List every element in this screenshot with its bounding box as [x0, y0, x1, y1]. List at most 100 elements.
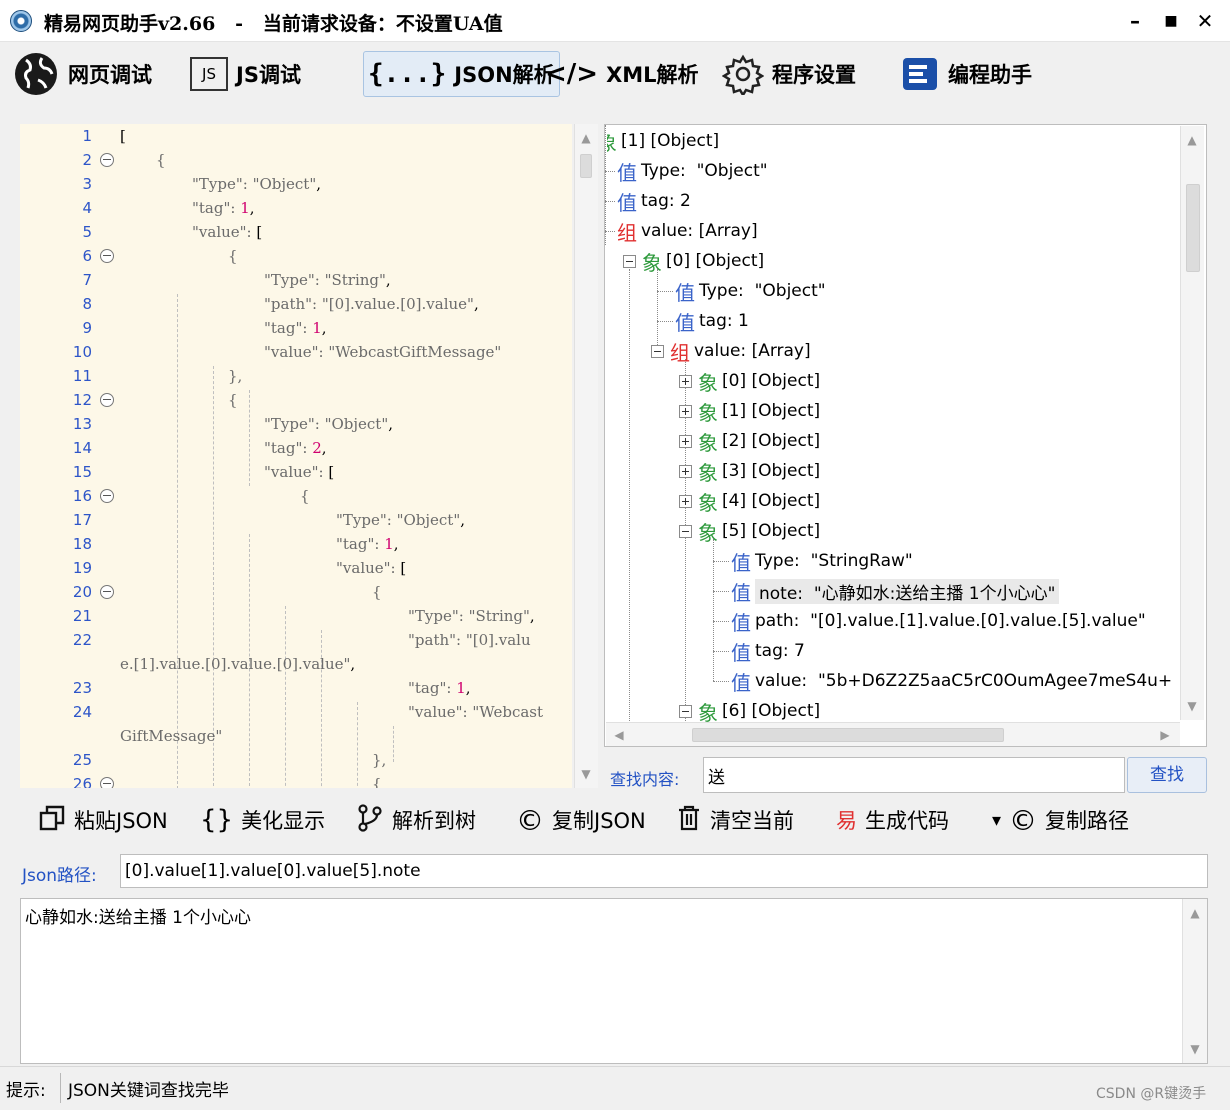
json-code-editor[interactable]: 1[ 2{ 3 "Type": "Object", 4 "tag": 1, 5 "va…	[20, 124, 572, 788]
code-number: 1	[456, 679, 466, 697]
tree-node[interactable]: 象 [0] [Object]	[623, 247, 764, 275]
tab-settings[interactable]: 程序设置	[718, 51, 860, 97]
code-line: GiftMessage"	[20, 724, 572, 748]
tree-vertical-scrollbar[interactable]: ▲ ▼	[1180, 126, 1204, 720]
copy-json-button[interactable]: © 复制JSON	[516, 803, 646, 837]
expand-toggle-icon[interactable]	[679, 494, 692, 508]
tree-node[interactable]: 值 tag: 7	[731, 637, 805, 665]
tab-js-debug[interactable]: JS JS调试	[186, 51, 305, 97]
status-message: JSON关键词查找完毕	[68, 1081, 229, 1101]
expand-toggle-icon[interactable]	[679, 434, 692, 448]
scroll-up-icon[interactable]: ▲	[1181, 130, 1203, 150]
result-output[interactable]: 心静如水:送给主播 1个小心心	[20, 898, 1208, 1064]
tree-node[interactable]: 象 [2] [Object]	[679, 427, 820, 455]
fold-toggle-icon[interactable]	[100, 249, 114, 263]
code-line: 8 "path": "[0].value.[0].value",	[20, 292, 572, 316]
copy-path-button[interactable]: ▾ © 复制路径	[992, 803, 1129, 837]
line-number: 19	[72, 559, 92, 577]
editor-scrollbar[interactable]: ▲ ▼	[574, 124, 598, 788]
code-line: 23 "tag": 1,	[20, 676, 572, 700]
collapse-toggle-icon[interactable]	[679, 704, 692, 718]
code-number: 2	[312, 439, 322, 457]
code-line: 24 "value": "Webcast	[20, 700, 572, 724]
minimize-button[interactable]: –	[1122, 8, 1148, 34]
tree-node-label: Type: "Object"	[641, 161, 768, 181]
code-text: [	[120, 127, 126, 145]
fold-toggle-icon[interactable]	[100, 393, 114, 407]
beautify-label: 美化显示	[241, 809, 326, 833]
beautify-button[interactable]: {} 美化显示	[200, 803, 325, 837]
maximize-button[interactable]: ■	[1158, 8, 1184, 34]
search-input[interactable]	[703, 757, 1125, 793]
json-path-input[interactable]	[120, 854, 1208, 888]
parse-to-tree-button[interactable]: 解析到树	[356, 803, 476, 837]
value-badge-icon: 值	[731, 670, 751, 695]
tree-horizontal-scrollbar[interactable]: ◀ ▶	[606, 722, 1180, 746]
fold-toggle-icon[interactable]	[100, 777, 114, 788]
tree-connector	[657, 291, 673, 292]
tree-node-label: tag: 1	[699, 311, 749, 331]
tree-node[interactable]: 象 [5] [Object]	[679, 517, 820, 545]
scroll-left-icon[interactable]: ◀	[608, 725, 630, 745]
tree-node[interactable]: 象 [6] [Object]	[679, 697, 820, 725]
output-scrollbar[interactable]: ▲ ▼	[1182, 899, 1207, 1063]
tree-node-label: [6] [Object]	[722, 701, 821, 721]
collapse-toggle-icon[interactable]	[651, 344, 664, 358]
tree-node[interactable]: 值 path: "[0].value.[1].value.[0].value.[5…	[731, 607, 1146, 635]
object-badge-icon: 象	[642, 250, 662, 275]
tab-js-debug-label: JS调试	[236, 63, 301, 87]
scroll-down-icon[interactable]: ▼	[575, 764, 597, 784]
tree-node[interactable]: 象[1] [Object]	[679, 397, 820, 425]
tree-node[interactable]: 象 [0] [Object]	[679, 367, 820, 395]
clear-current-button[interactable]: 清空当前	[676, 803, 794, 837]
tree-node[interactable]: 值 Type: "Object"	[675, 277, 826, 305]
search-button[interactable]: 查找	[1127, 757, 1207, 793]
tree-node-selected[interactable]: 值 note: "心静如水:送给主播 1个小心心"	[731, 577, 1060, 605]
tab-programming-assistant[interactable]: 编程助手	[896, 51, 1036, 97]
js-icon: JS	[190, 57, 228, 91]
tree-node[interactable]: 组 value: [Array]	[617, 217, 758, 245]
scroll-up-icon[interactable]: ▲	[1184, 903, 1206, 923]
tree-node[interactable]: 值 tag: 1	[675, 307, 749, 335]
tree-node[interactable]: 象 [4] [Object]	[679, 487, 820, 515]
fold-toggle-icon[interactable]	[100, 153, 114, 167]
code-text: "value": "WebcastGiftMessage"	[264, 343, 502, 361]
expand-toggle-icon[interactable]	[679, 404, 692, 418]
fold-toggle-icon[interactable]	[100, 585, 114, 599]
tree-node[interactable]: 象 [3] [Object]	[679, 457, 820, 485]
tree-node-label: Type: "StringRaw"	[755, 551, 913, 571]
expand-toggle-icon[interactable]	[679, 374, 692, 388]
collapse-toggle-icon[interactable]	[623, 254, 636, 268]
scroll-right-icon[interactable]: ▶	[1154, 725, 1176, 745]
scroll-thumb[interactable]	[1186, 184, 1200, 272]
expand-toggle-icon[interactable]	[679, 464, 692, 478]
line-number: 21	[72, 607, 92, 625]
code-text: "path": "[0].valu	[408, 631, 531, 649]
tab-web-debug[interactable]: 网页调试	[8, 51, 156, 97]
scroll-up-icon[interactable]: ▲	[575, 128, 597, 148]
close-button[interactable]: ✕	[1192, 8, 1218, 34]
assistant-icon	[900, 54, 940, 94]
scroll-thumb[interactable]	[580, 154, 592, 178]
code-tag-icon: </>	[545, 59, 599, 89]
paste-json-button[interactable]: 粘贴JSON	[38, 803, 168, 837]
fold-toggle-icon[interactable]	[100, 489, 114, 503]
dropdown-arrow-icon[interactable]: ▾	[992, 810, 1001, 831]
tree-node[interactable]: 组 value: [Array]	[651, 337, 811, 365]
scroll-down-icon[interactable]: ▼	[1181, 696, 1203, 716]
code-text: [	[400, 559, 407, 577]
tab-json-parse[interactable]: {...} JSON解析	[363, 51, 560, 97]
value-badge-icon: 值	[675, 310, 695, 335]
tree-node[interactable]: 象[1] [Object]	[607, 127, 719, 155]
line-number: 16	[72, 487, 92, 505]
generate-code-button[interactable]: 易 生成代码	[836, 803, 949, 837]
collapse-toggle-icon[interactable]	[679, 524, 692, 538]
tree-node[interactable]: 值 Type: "Object"	[617, 157, 768, 185]
tree-node[interactable]: 值 Type: "StringRaw"	[731, 547, 913, 575]
scroll-thumb[interactable]	[692, 728, 1004, 742]
tab-xml-parse[interactable]: </> XML解析	[541, 51, 703, 97]
tree-node[interactable]: 值 tag: 2	[617, 187, 691, 215]
scroll-down-icon[interactable]: ▼	[1184, 1039, 1206, 1059]
json-tree-view[interactable]: 象[1] [Object] 值Type: "Object" 值tag: 2 组v…	[604, 124, 1207, 747]
tree-node[interactable]: 值 value: "5b+D6Z2Z5aaC5rC0OumAgee7meS4u+	[731, 667, 1172, 695]
